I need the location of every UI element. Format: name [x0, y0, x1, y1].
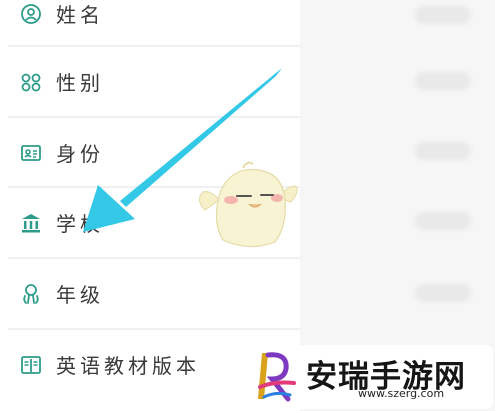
value-placeholder [415, 212, 471, 230]
field-label: 身份 [56, 142, 104, 166]
field-label: 性别 [56, 71, 104, 95]
watermark-url: www.szerg.com [358, 387, 445, 400]
field-row-grade[interactable]: 年级 [0, 258, 300, 329]
field-label: 姓名 [56, 3, 104, 27]
field-label: 学校 [56, 212, 104, 236]
value-placeholder [415, 6, 471, 24]
id-card-icon [20, 142, 42, 164]
textbook-icon [20, 354, 42, 376]
site-watermark: 安瑞手游网 www.szerg.com [248, 345, 493, 409]
field-row-name[interactable]: 姓名 [0, 0, 300, 49]
field-row-gender[interactable]: 性别 [0, 46, 300, 117]
gender-icon [20, 71, 42, 93]
school-icon [20, 212, 42, 234]
mascot-sticker [199, 161, 298, 248]
user-icon [20, 3, 42, 25]
value-placeholder [415, 284, 471, 302]
value-placeholder [415, 72, 471, 90]
field-label: 年级 [56, 283, 104, 307]
field-label: 英语教材版本 [56, 354, 200, 378]
watermark-logo-icon [258, 352, 296, 402]
value-placeholder [415, 142, 471, 160]
grade-icon [20, 283, 42, 305]
